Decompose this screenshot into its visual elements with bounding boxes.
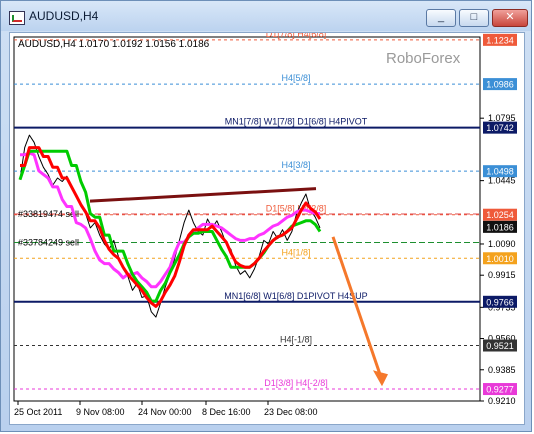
minimize-button[interactable]: _ (426, 9, 456, 27)
plot-area (13, 36, 481, 402)
order-label-1: #33784249 sell (18, 238, 79, 248)
level-label-2: MN1[7/8] W1[7/8] D1[6/8] H4PIVOT (225, 117, 368, 127)
close-button[interactable]: ✕ (492, 9, 528, 27)
y-tick-label-2: 1.0090 (488, 239, 516, 249)
level-label-5: H4[1/8] (281, 247, 310, 257)
level-label-3: H4[3/8] (281, 160, 310, 170)
window-title: AUDUSD,H4 (29, 9, 99, 23)
level-label-6: MN1[6/8] W1[6/8] D1PIVOT H4SUP (224, 291, 367, 301)
watermark: RoboForex (386, 50, 461, 67)
y-tick-label-7: 0.9210 (488, 396, 516, 406)
symbol-header: AUDUSD,H4 1.0170 1.0192 1.0156 1.0186 (18, 39, 210, 50)
price-tag-label-5: 1.0186 (486, 222, 514, 232)
chart-canvas[interactable]: AUDUSD,H4 1.0170 1.0192 1.0156 1.0186 Rob… (10, 33, 524, 424)
price-tag-label-3: 1.0498 (486, 167, 514, 177)
x-tick-label-1: 9 Nov 08:00 (76, 407, 125, 417)
maximize-button[interactable]: □ (459, 9, 489, 27)
level-label-1: H4[5/8] (281, 73, 310, 83)
y-tick-label-6: 0.9385 (488, 365, 516, 375)
order-label-0: #33819474 sell (18, 209, 79, 219)
price-tag-label-4: 1.0254 (486, 210, 514, 220)
price-tag-label-0: 1.1234 (486, 35, 514, 45)
x-tick-label-3: 8 Dec 16:00 (202, 407, 251, 417)
price-tag-label-8: 0.9521 (486, 341, 514, 351)
y-tick-label-3: 0.9915 (488, 270, 516, 280)
level-label-8: D1[3/8] H4[-2/8] (264, 378, 328, 388)
price-tag-label-7: 0.9766 (486, 297, 514, 307)
price-tag-label-6: 1.0010 (486, 254, 514, 264)
chart-frame: AUDUSD,H4 1.0170 1.0192 1.0156 1.0186 Rob… (9, 32, 525, 425)
x-tick-label-2: 24 Nov 00:00 (138, 407, 192, 417)
price-tag-label-1: 1.0986 (486, 80, 514, 90)
price-tag-label-9: 0.9277 (486, 385, 514, 395)
price-tag-label-2: 1.0742 (486, 123, 514, 133)
x-tick-label-4: 23 Dec 08:00 (264, 407, 318, 417)
title-bar[interactable]: AUDUSD,H4 _ □ ✕ (1, 1, 531, 31)
chart-icon (9, 11, 25, 25)
level-label-7: H4[-1/8] (280, 335, 312, 345)
x-tick-label-0: 25 Oct 2011 (14, 407, 62, 417)
chart-window: AUDUSD,H4 _ □ ✕ AUDUSD,H4 1.0170 1.0192 … (0, 0, 532, 432)
level-label-0: D1[7/8] H4[6/8] (266, 33, 327, 39)
